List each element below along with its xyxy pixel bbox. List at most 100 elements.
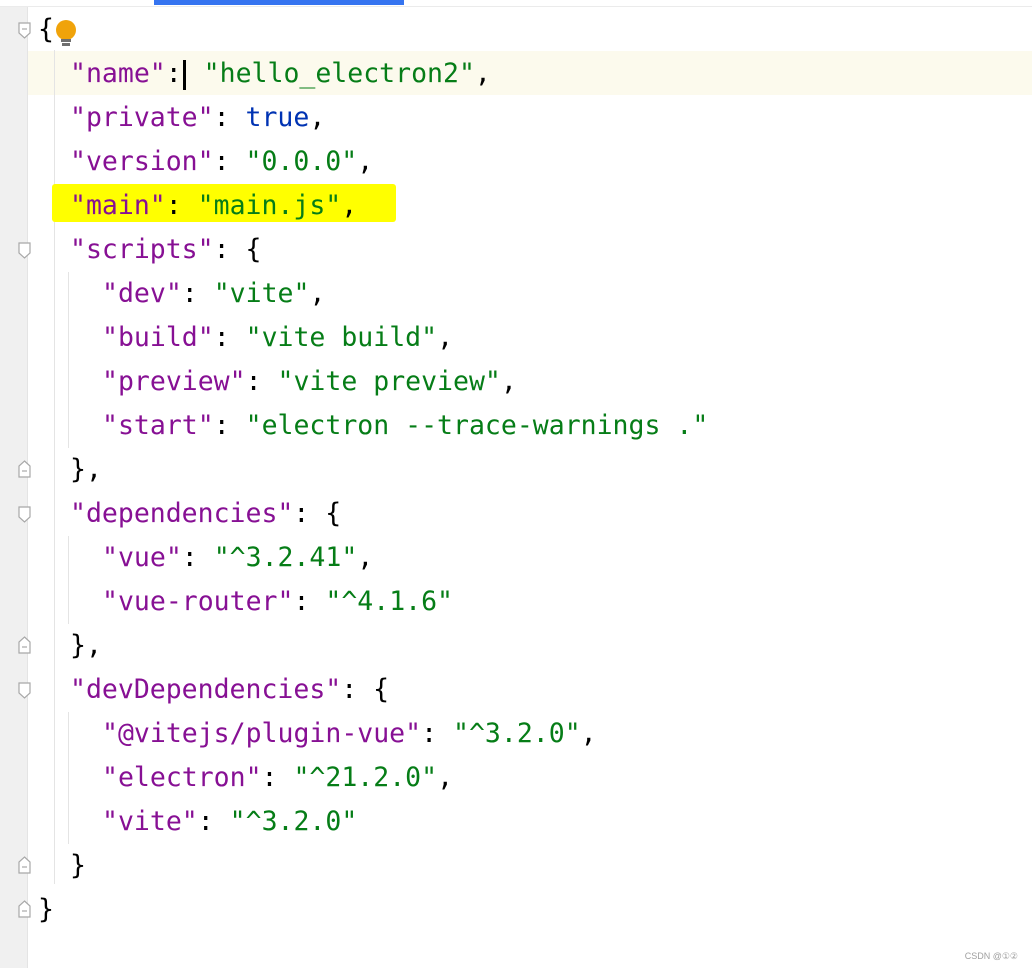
json-key: "version" [70,146,214,177]
fold-open-icon[interactable] [18,22,31,40]
json-key: "@vitejs/plugin-vue" [102,718,422,749]
code-line-4[interactable]: "version": "0.0.0", [70,140,373,184]
comma: , [309,278,326,309]
json-string-value: "main.js" [197,190,342,221]
colon: : [261,762,294,793]
json-key: "start" [102,410,214,441]
json-key: "main" [70,190,166,221]
close-brace: } [70,630,86,661]
json-string-value: "^4.1.6" [325,586,454,617]
comma: , [357,146,374,177]
comma: , [437,762,454,793]
json-key: "dependencies" [70,498,294,529]
active-tab-indicator [154,0,404,5]
close-brace: } [70,454,86,485]
json-string-value: "vite build" [245,322,438,353]
comma: , [357,542,374,573]
json-key: "build" [102,322,214,353]
code-line-21[interactable]: } [38,888,54,932]
code-line-2[interactable]: "name": "hello_electron2", [70,52,491,96]
json-key: "scripts" [70,234,214,265]
colon: : [293,586,326,617]
fold-close-icon[interactable] [18,856,31,874]
colon: : [245,366,278,397]
code-line-5[interactable]: "main": "main.js", [70,184,357,228]
json-key: "vue-router" [102,586,294,617]
colon: : [165,190,198,221]
code-line-8[interactable]: "build": "vite build", [102,316,453,360]
code-line-17[interactable]: "@vitejs/plugin-vue": "^3.2.0", [102,712,597,756]
json-key: "name" [70,58,166,89]
json-string-value: "^21.2.0" [293,762,438,793]
indent-guide [54,50,55,884]
comma: , [580,718,597,749]
json-key: "vue" [102,542,182,573]
code-line-11[interactable]: }, [70,448,102,492]
json-string-value: "vite" [213,278,310,309]
code-line-9[interactable]: "preview": "vite preview", [102,360,517,404]
comma: , [341,190,358,221]
open-brace: { [245,234,262,265]
json-key: "dev" [102,278,182,309]
json-string-value: "0.0.0" [245,146,358,177]
fold-open-icon[interactable] [18,506,31,524]
json-key: "preview" [102,366,246,397]
comma: , [85,630,102,661]
json-string-value: "vite preview" [277,366,501,397]
json-key: "devDependencies" [70,674,342,705]
text-caret [182,59,186,90]
colon: : [213,146,246,177]
comma: , [309,102,326,133]
colon: : [197,806,230,837]
comma: , [85,454,102,485]
code-line-10[interactable]: "start": "electron --trace-warnings ." [102,404,708,448]
fold-open-icon[interactable] [18,242,31,260]
code-line-19[interactable]: "vite": "^3.2.0" [102,800,357,844]
code-line-13[interactable]: "vue": "^3.2.41", [102,536,373,580]
json-key: "vite" [102,806,198,837]
json-string-value: "electron --trace-warnings ." [245,410,709,441]
code-line-1[interactable]: { [38,8,54,52]
indent-guide [68,272,69,448]
close-brace: } [38,894,54,925]
colon: : [213,102,246,133]
comma: , [437,322,454,353]
editor-gutter [0,7,28,968]
code-line-16[interactable]: "devDependencies": { [70,668,389,712]
indent-guide [68,536,69,624]
colon: : [165,58,182,89]
indent-guide [68,712,69,844]
code-line-20[interactable]: } [70,844,86,888]
fold-close-icon[interactable] [18,900,31,918]
open-brace: { [325,498,342,529]
code-line-14[interactable]: "vue-router": "^4.1.6" [102,580,453,624]
colon: : [341,674,374,705]
code-line-3[interactable]: "private": true, [70,96,325,140]
open-brace: { [373,674,390,705]
fold-close-icon[interactable] [18,636,31,654]
code-line-18[interactable]: "electron": "^21.2.0", [102,756,453,800]
code-line-6[interactable]: "scripts": { [70,228,261,272]
code-line-7[interactable]: "dev": "vite", [102,272,325,316]
open-brace: { [38,14,54,45]
colon: : [421,718,454,749]
json-string-value: "^3.2.0" [453,718,581,749]
lightbulb-icon[interactable] [53,19,79,49]
colon: : [213,234,246,265]
fold-close-icon[interactable] [18,460,31,478]
close-brace: } [70,850,86,881]
comma: , [474,58,491,89]
json-key: "private" [70,102,214,133]
colon: : [293,498,326,529]
comma: , [500,366,517,397]
json-string-value: "^3.2.41" [213,542,358,573]
watermark: CSDN @①② [964,951,1018,961]
code-line-15[interactable]: }, [70,624,102,668]
colon: : [181,542,214,573]
code-line-12[interactable]: "dependencies": { [70,492,341,536]
colon: : [213,410,246,441]
fold-open-icon[interactable] [18,682,31,700]
json-string-value: "^3.2.0" [229,806,358,837]
json-boolean-value: true [245,102,310,133]
colon: : [181,278,214,309]
